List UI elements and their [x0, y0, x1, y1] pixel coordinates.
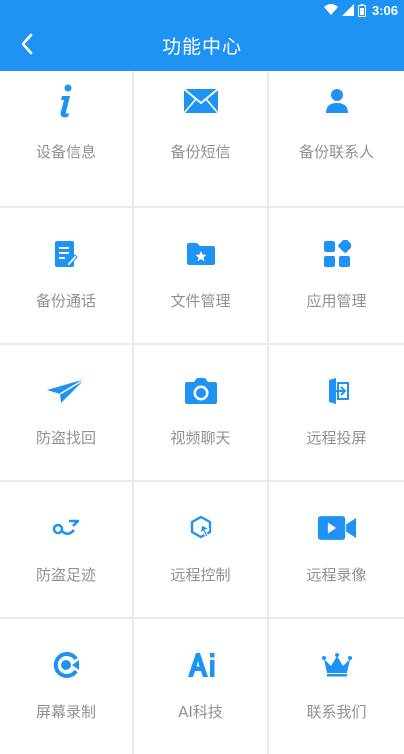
feature-anti-theft-track[interactable]: 防盗足迹: [0, 482, 134, 617]
feature-backup-sms[interactable]: 备份短信: [134, 71, 269, 206]
route-icon: [46, 508, 86, 548]
signal-icon: [341, 4, 354, 16]
person-icon: [317, 81, 357, 121]
cast-screen-icon: [317, 371, 357, 411]
back-button[interactable]: [12, 31, 42, 61]
feature-label: 防盗足迹: [35, 566, 96, 584]
wifi-icon: [323, 4, 338, 16]
feature-label: 备份通话: [35, 292, 96, 310]
feature-label: 防盗找回: [35, 429, 96, 447]
remote-control-icon: [181, 508, 221, 548]
feature-anti-theft-recover[interactable]: 防盗找回: [0, 345, 134, 480]
feature-remote-record[interactable]: 远程录像: [269, 482, 404, 617]
feature-remote-control[interactable]: 远程控制: [134, 482, 269, 617]
app-bar: 功能中心: [0, 20, 404, 71]
feature-video-chat[interactable]: 视频聊天: [134, 345, 269, 480]
screen-record-icon: [46, 645, 86, 685]
envelope-icon: [181, 81, 221, 121]
feature-label: 应用管理: [306, 292, 367, 310]
feature-grid: 设备信息 备份短信 备份联系人 备份通话 文件管理 应用管理 防盗找回 视频聊天…: [0, 71, 404, 754]
camera-icon: [181, 371, 221, 411]
feature-screen-record[interactable]: 屏幕录制: [0, 619, 134, 754]
feature-app-manager[interactable]: 应用管理: [269, 208, 404, 343]
paper-plane-icon: [46, 371, 86, 411]
info-icon: [46, 81, 86, 121]
folder-star-icon: [181, 234, 221, 274]
feature-label: 视频聊天: [170, 429, 231, 447]
feature-label: 远程录像: [306, 566, 367, 584]
feature-label: 远程控制: [170, 566, 231, 584]
status-bar: 3:06: [0, 0, 404, 20]
feature-label: 联系我们: [306, 703, 367, 721]
crown-icon: [317, 645, 357, 685]
feature-backup-contacts[interactable]: 备份联系人: [269, 71, 404, 206]
feature-contact-us[interactable]: 联系我们: [269, 619, 404, 754]
feature-label: 远程投屏: [306, 429, 367, 447]
feature-ai-tech[interactable]: AI科技: [134, 619, 269, 754]
feature-label: 备份短信: [170, 143, 231, 161]
call-log-icon: [46, 234, 86, 274]
feature-label: 屏幕录制: [35, 703, 96, 721]
chevron-left-icon: [20, 33, 34, 59]
apps-icon: [317, 234, 357, 274]
feature-remote-cast[interactable]: 远程投屏: [269, 345, 404, 480]
feature-label: 文件管理: [170, 292, 231, 310]
feature-label: 设备信息: [35, 143, 96, 161]
feature-label: AI科技: [178, 703, 223, 721]
ai-icon: [181, 645, 221, 685]
status-time: 3:06: [371, 2, 398, 18]
page-title: 功能中心: [161, 36, 242, 58]
feature-label: 备份联系人: [298, 143, 374, 161]
feature-backup-calls[interactable]: 备份通话: [0, 208, 134, 343]
video-camera-icon: [317, 508, 357, 548]
battery-icon: [357, 3, 366, 17]
feature-file-manager[interactable]: 文件管理: [134, 208, 269, 343]
feature-device-info[interactable]: 设备信息: [0, 71, 134, 206]
